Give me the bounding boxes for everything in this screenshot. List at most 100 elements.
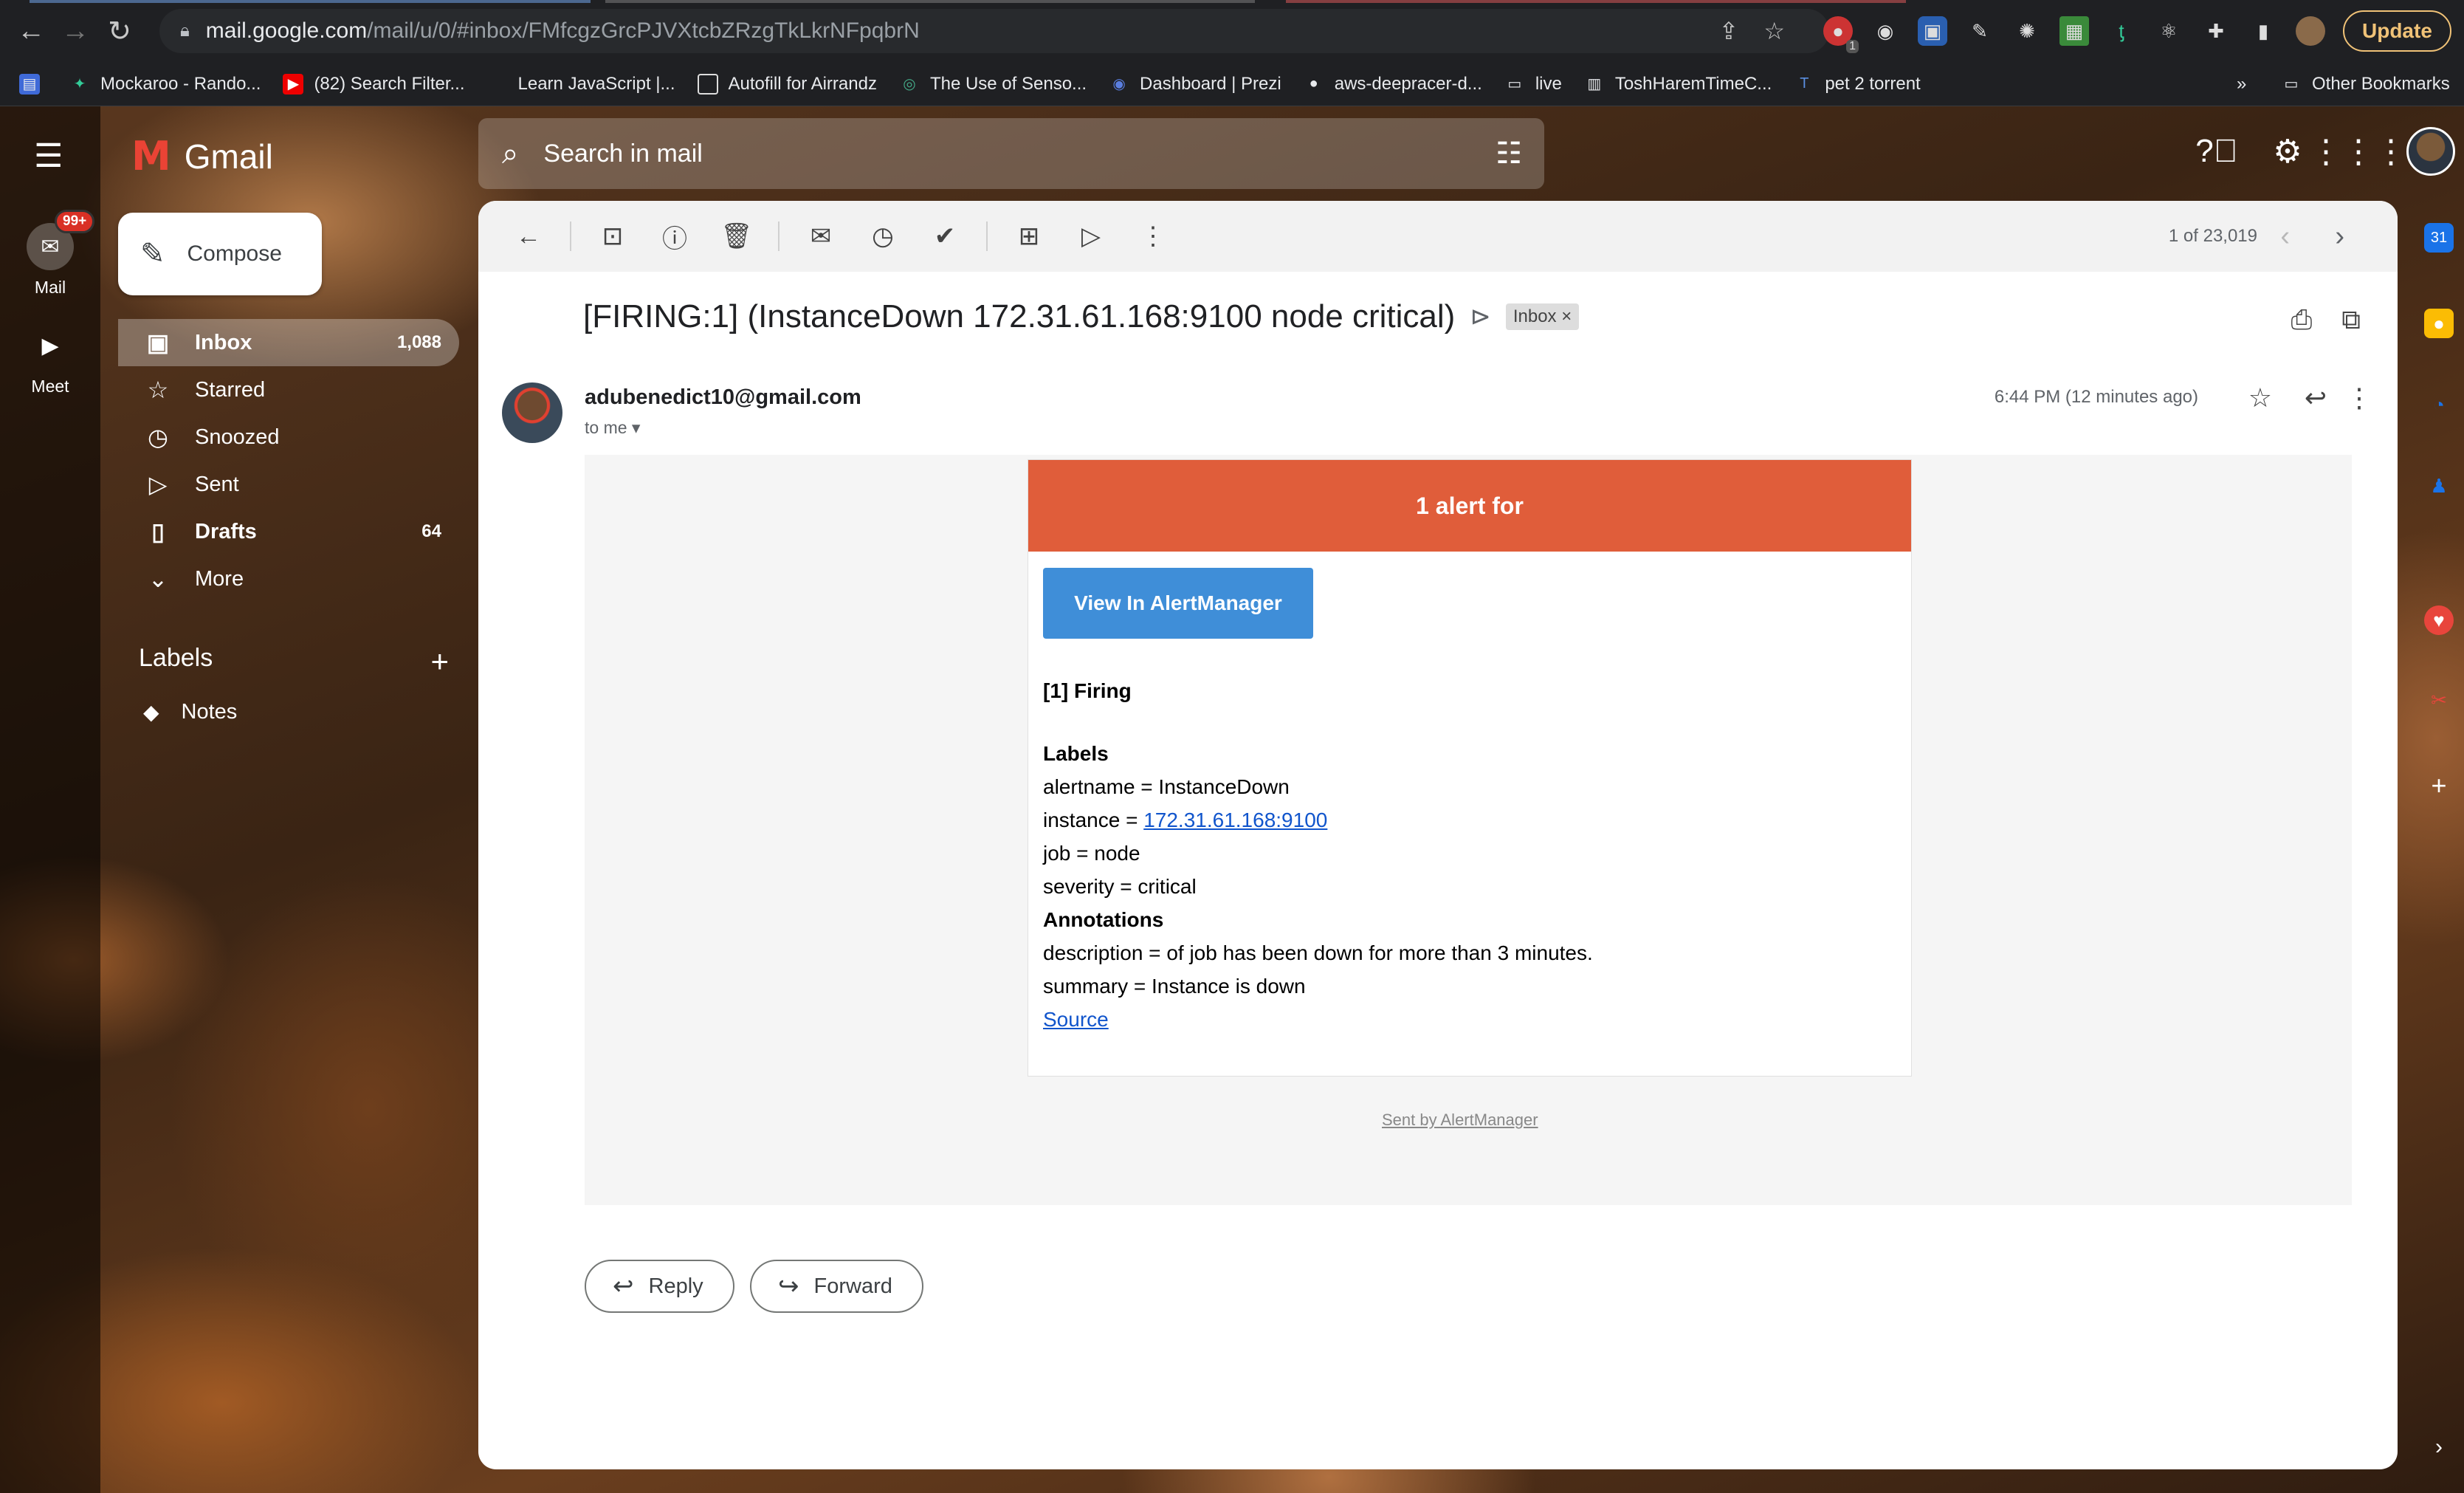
reload-icon[interactable]: ↻ xyxy=(97,0,142,62)
labels-title: Labels xyxy=(139,644,213,672)
search-bar[interactable]: ⌕ Search in mail ☷ xyxy=(478,118,1544,189)
nav-drafts[interactable]: ▯ Drafts 64 xyxy=(118,508,459,555)
sent-by-link[interactable]: Sent by AlertManager xyxy=(1382,1111,1538,1130)
more-options-icon[interactable]: ⋮ xyxy=(1122,205,1184,267)
nav-sent[interactable]: ▷ Sent xyxy=(118,461,459,508)
older-chevron-icon[interactable]: › xyxy=(2335,221,2344,253)
archive-icon[interactable]: ⊡ xyxy=(582,205,644,267)
back-to-inbox-icon[interactable]: ← xyxy=(498,205,560,267)
rail-mail[interactable]: ✉ 99+ Mail xyxy=(0,210,100,298)
camera-icon[interactable]: ◉ xyxy=(1871,16,1900,46)
search-input[interactable]: Search in mail xyxy=(543,140,702,168)
forward-icon[interactable]: → xyxy=(53,0,97,62)
addon-icon[interactable]: ♥ xyxy=(2424,605,2454,635)
label-item-notes[interactable]: ◆ Notes xyxy=(143,700,237,724)
extension-icon[interactable]: ● 1 xyxy=(1823,16,1859,53)
delete-icon[interactable]: 🗑︎ xyxy=(706,205,768,267)
rail-meet[interactable]: ▶ Meet xyxy=(0,322,100,397)
bookmark[interactable]: ▶ (82) Search Filter... xyxy=(283,73,465,95)
tasks-icon[interactable]: ◔ xyxy=(2424,390,2454,419)
caret-down-icon: ▾ xyxy=(631,418,641,437)
profile-avatar-icon[interactable] xyxy=(2296,16,2325,46)
newer-chevron-icon[interactable]: ‹ xyxy=(2280,221,2290,253)
other-bookmarks[interactable]: ▭ Other Bookmarks xyxy=(2281,74,2450,95)
reply-button[interactable]: ↩ Reply xyxy=(585,1260,734,1313)
inbox-tag[interactable]: Inbox × xyxy=(1505,303,1580,330)
bookmark[interactable]: ▥ ToshHaremTimeC... xyxy=(1584,74,1772,95)
help-icon[interactable]: ?⃝ xyxy=(2194,128,2240,174)
bookmark[interactable]: Learn JavaScript |... xyxy=(487,74,675,95)
calendar-icon[interactable]: 31 xyxy=(2424,223,2454,253)
search-icon[interactable]: ⌕ xyxy=(502,137,518,171)
compose-button[interactable]: ✎ Compose xyxy=(118,213,322,295)
add-label-icon[interactable]: + xyxy=(430,644,449,679)
bookmark[interactable]: ◎ The Use of Senso... xyxy=(899,74,1087,95)
nav-starred[interactable]: ☆ Starred xyxy=(118,366,459,413)
back-icon[interactable]: ← xyxy=(9,0,53,62)
bookmark[interactable]: ✦ Mockaroo - Rando... xyxy=(69,74,261,95)
more-bookmarks-icon[interactable]: » xyxy=(2237,74,2246,95)
extension-icon[interactable]: ▦ xyxy=(2059,16,2089,46)
gmail-logo-text: Gmail xyxy=(184,137,273,176)
label-icon[interactable]: ▷ xyxy=(1060,205,1122,267)
sender-email[interactable]: adubenedict10@gmail.com xyxy=(585,385,861,410)
add-addon-icon[interactable]: + xyxy=(2424,770,2454,800)
pen-extension-icon[interactable]: ✎ xyxy=(1965,16,1995,46)
keep-icon[interactable]: ● xyxy=(2424,309,2454,338)
instance-link[interactable]: 172.31.61.168:9100 xyxy=(1143,809,1327,831)
addon-icon[interactable]: ✂ xyxy=(2424,685,2454,715)
sender-avatar[interactable] xyxy=(502,382,562,443)
browser-toolbar: ← → ↻ 🔒︎ mail.google.com/mail/u/0/#inbox… xyxy=(0,0,2464,62)
nav-more[interactable]: ⌄ More xyxy=(118,555,459,603)
settings-icon[interactable]: ⚙ xyxy=(2265,128,2310,174)
more-vert-icon[interactable]: ⋮ xyxy=(2346,382,2372,413)
extension-icon[interactable]: ✺ xyxy=(2012,16,2042,46)
importance-marker-icon[interactable]: ⊳ xyxy=(1470,302,1491,332)
mail-nav: ▣ Inbox 1,088 ☆ Starred ◷ Snoozed ▷ Sent ▯ Dra… xyxy=(118,319,459,603)
bookmark[interactable]: ● aws-deepracer-d... xyxy=(1304,74,1482,95)
bookmark-star-icon[interactable]: ☆ xyxy=(1763,17,1785,45)
lock-icon: 🔒︎ xyxy=(180,21,190,41)
search-options-icon[interactable]: ☷ xyxy=(1496,137,1522,171)
unread-badge: 99+ xyxy=(55,210,95,233)
bookmark[interactable]: ◉ Dashboard | Prezi xyxy=(1109,74,1281,95)
star-icon[interactable]: ☆ xyxy=(2248,382,2272,413)
message-toolbar: ← ⊡ ⓘ 🗑︎ ✉ ◷ ✔ ⊞ ▷ ⋮ 1 of 23,019 ‹ › xyxy=(478,201,2398,272)
update-button[interactable]: Update xyxy=(2343,10,2451,52)
contacts-icon[interactable]: ♟ xyxy=(2424,471,2454,501)
apps-bookmark-icon[interactable]: ▤ xyxy=(19,73,40,95)
expand-panel-icon[interactable]: › xyxy=(2424,1432,2454,1462)
bookmark[interactable]: Autofill for Airrandz xyxy=(697,73,877,95)
extension-badge: 1 xyxy=(1846,40,1859,53)
nav-snoozed[interactable]: ◷ Snoozed xyxy=(118,413,459,461)
puzzle-icon[interactable]: ✚ xyxy=(2201,16,2231,46)
apps-grid-icon[interactable]: ⋮⋮⋮ xyxy=(2310,128,2407,174)
react-icon[interactable]: ⚛ xyxy=(2154,16,2183,46)
side-panel-icon[interactable]: ▮ xyxy=(2248,16,2278,46)
open-new-window-icon[interactable]: ⧉ xyxy=(2341,304,2361,336)
extension-icon[interactable]: ▣ xyxy=(1918,16,1947,46)
recipient-details[interactable]: to me ▾ xyxy=(585,418,640,438)
nav-inbox[interactable]: ▣ Inbox 1,088 xyxy=(118,319,459,366)
draft-icon: ▯ xyxy=(151,518,165,545)
bookmark[interactable]: ▭ live xyxy=(1504,74,1561,95)
address-bar[interactable]: 🔒︎ mail.google.com/mail/u/0/#inbox/FMfcg… xyxy=(159,9,1829,53)
description-line: description = of job has been down for m… xyxy=(1043,941,1593,964)
bookmark[interactable]: Tpet 2 torrent xyxy=(1794,74,1921,95)
snooze-icon[interactable]: ◷ xyxy=(852,205,914,267)
view-in-alertmanager-button[interactable]: View In AlertManager xyxy=(1043,568,1313,639)
mark-unread-icon[interactable]: ✉ xyxy=(790,205,852,267)
account-avatar[interactable] xyxy=(2406,127,2455,176)
main-menu-icon[interactable]: ☰ xyxy=(34,137,63,175)
forward-button[interactable]: ↪ Forward xyxy=(750,1260,923,1313)
reply-icon[interactable]: ↩ xyxy=(2305,382,2327,413)
report-spam-icon[interactable]: ⓘ xyxy=(644,205,706,267)
extension-icon[interactable]: ƫ xyxy=(2107,16,2136,46)
add-to-tasks-icon[interactable]: ✔ xyxy=(914,205,976,267)
divider xyxy=(570,222,571,251)
share-icon[interactable]: ⇪ xyxy=(1719,17,1739,45)
print-icon[interactable]: ⎙ xyxy=(2291,304,2312,336)
gmail-logo[interactable]: M Gmail xyxy=(131,133,273,179)
source-link[interactable]: Source xyxy=(1043,1008,1109,1031)
move-to-icon[interactable]: ⊞ xyxy=(998,205,1060,267)
